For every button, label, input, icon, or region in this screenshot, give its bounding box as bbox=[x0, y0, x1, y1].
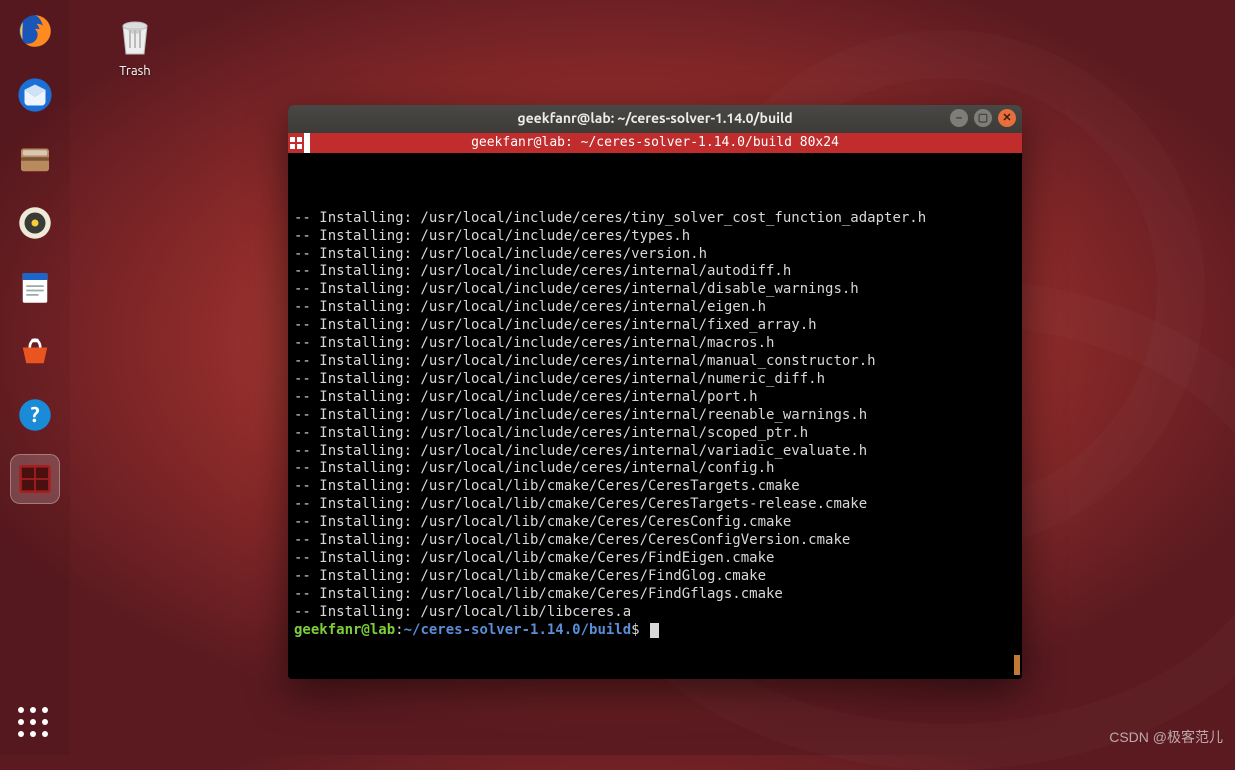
byobu-pane-icon bbox=[288, 133, 304, 153]
window-minimize-button[interactable]: – bbox=[950, 109, 968, 127]
terminal-output[interactable]: -- Installing: /usr/local/include/ceres/… bbox=[288, 153, 1022, 679]
terminal-line: -- Installing: /usr/local/include/ceres/… bbox=[294, 389, 1016, 407]
window-titlebar[interactable]: geekfanr@lab: ~/ceres-solver-1.14.0/buil… bbox=[288, 105, 1022, 133]
terminal-window[interactable]: geekfanr@lab: ~/ceres-solver-1.14.0/buil… bbox=[288, 105, 1022, 679]
terminal-line: -- Installing: /usr/local/include/ceres/… bbox=[294, 443, 1016, 461]
terminal-line: -- Installing: /usr/local/include/ceres/… bbox=[294, 407, 1016, 425]
terminal-line: -- Installing: /usr/local/include/ceres/… bbox=[294, 371, 1016, 389]
terminal-line: -- Installing: /usr/local/lib/cmake/Cere… bbox=[294, 496, 1016, 514]
files-icon[interactable] bbox=[10, 134, 60, 184]
terminal-line: -- Installing: /usr/local/lib/libceres.a bbox=[294, 604, 1016, 622]
terminal-multiplexer-icon[interactable] bbox=[10, 454, 60, 504]
prompt-path: ~/ceres-solver-1.14.0/build bbox=[404, 622, 632, 638]
trash-desktop-icon[interactable]: Trash bbox=[95, 12, 175, 78]
terminal-line: -- Installing: /usr/local/lib/cmake/Cere… bbox=[294, 550, 1016, 568]
byobu-status-text: geekfanr@lab: ~/ceres-solver-1.14.0/buil… bbox=[471, 135, 839, 152]
terminal-line: -- Installing: /usr/local/include/ceres/… bbox=[294, 317, 1016, 335]
window-maximize-button[interactable]: ▢ bbox=[974, 109, 992, 127]
terminal-line: -- Installing: /usr/local/include/ceres/… bbox=[294, 353, 1016, 371]
terminal-line: -- Installing: /usr/local/include/ceres/… bbox=[294, 460, 1016, 478]
window-title: geekfanr@lab: ~/ceres-solver-1.14.0/buil… bbox=[517, 110, 792, 128]
window-close-button[interactable]: ✕ bbox=[998, 109, 1016, 127]
svg-text:?: ? bbox=[30, 402, 39, 426]
writer-icon[interactable] bbox=[10, 262, 60, 312]
watermark-text: CSDN @极客范儿 bbox=[1109, 727, 1223, 747]
prompt-user: geekfanr@lab bbox=[294, 622, 395, 638]
terminal-line: -- Installing: /usr/local/lib/cmake/Cere… bbox=[294, 478, 1016, 496]
rhythmbox-icon[interactable] bbox=[10, 198, 60, 248]
thunderbird-icon[interactable] bbox=[10, 70, 60, 120]
terminal-cursor bbox=[650, 623, 659, 638]
trash-label: Trash bbox=[95, 64, 175, 78]
terminal-line: -- Installing: /usr/local/include/ceres/… bbox=[294, 335, 1016, 353]
terminal-line: -- Installing: /usr/local/lib/cmake/Cere… bbox=[294, 568, 1016, 586]
terminal-line: -- Installing: /usr/local/include/ceres/… bbox=[294, 425, 1016, 443]
terminal-line: -- Installing: /usr/local/lib/cmake/Cere… bbox=[294, 586, 1016, 604]
firefox-icon[interactable] bbox=[10, 6, 60, 56]
scroll-indicator bbox=[1014, 655, 1020, 675]
software-icon[interactable] bbox=[10, 326, 60, 376]
help-icon[interactable]: ? bbox=[10, 390, 60, 440]
show-applications-icon[interactable] bbox=[18, 707, 48, 737]
terminal-line: -- Installing: /usr/local/include/ceres/… bbox=[294, 281, 1016, 299]
launcher-dock: ? bbox=[0, 0, 70, 755]
byobu-active-indicator bbox=[304, 133, 310, 153]
terminal-line: -- Installing: /usr/local/lib/cmake/Cere… bbox=[294, 532, 1016, 550]
terminal-prompt[interactable]: geekfanr@lab:~/ceres-solver-1.14.0/build… bbox=[294, 622, 1016, 640]
byobu-status-bar: geekfanr@lab: ~/ceres-solver-1.14.0/buil… bbox=[288, 133, 1022, 153]
terminal-line: -- Installing: /usr/local/include/ceres/… bbox=[294, 246, 1016, 264]
terminal-line: -- Installing: /usr/local/lib/cmake/Cere… bbox=[294, 514, 1016, 532]
terminal-line: -- Installing: /usr/local/include/ceres/… bbox=[294, 299, 1016, 317]
terminal-line: -- Installing: /usr/local/include/ceres/… bbox=[294, 263, 1016, 281]
terminal-line: -- Installing: /usr/local/include/ceres/… bbox=[294, 228, 1016, 246]
terminal-line: -- Installing: /usr/local/include/ceres/… bbox=[294, 210, 1016, 228]
